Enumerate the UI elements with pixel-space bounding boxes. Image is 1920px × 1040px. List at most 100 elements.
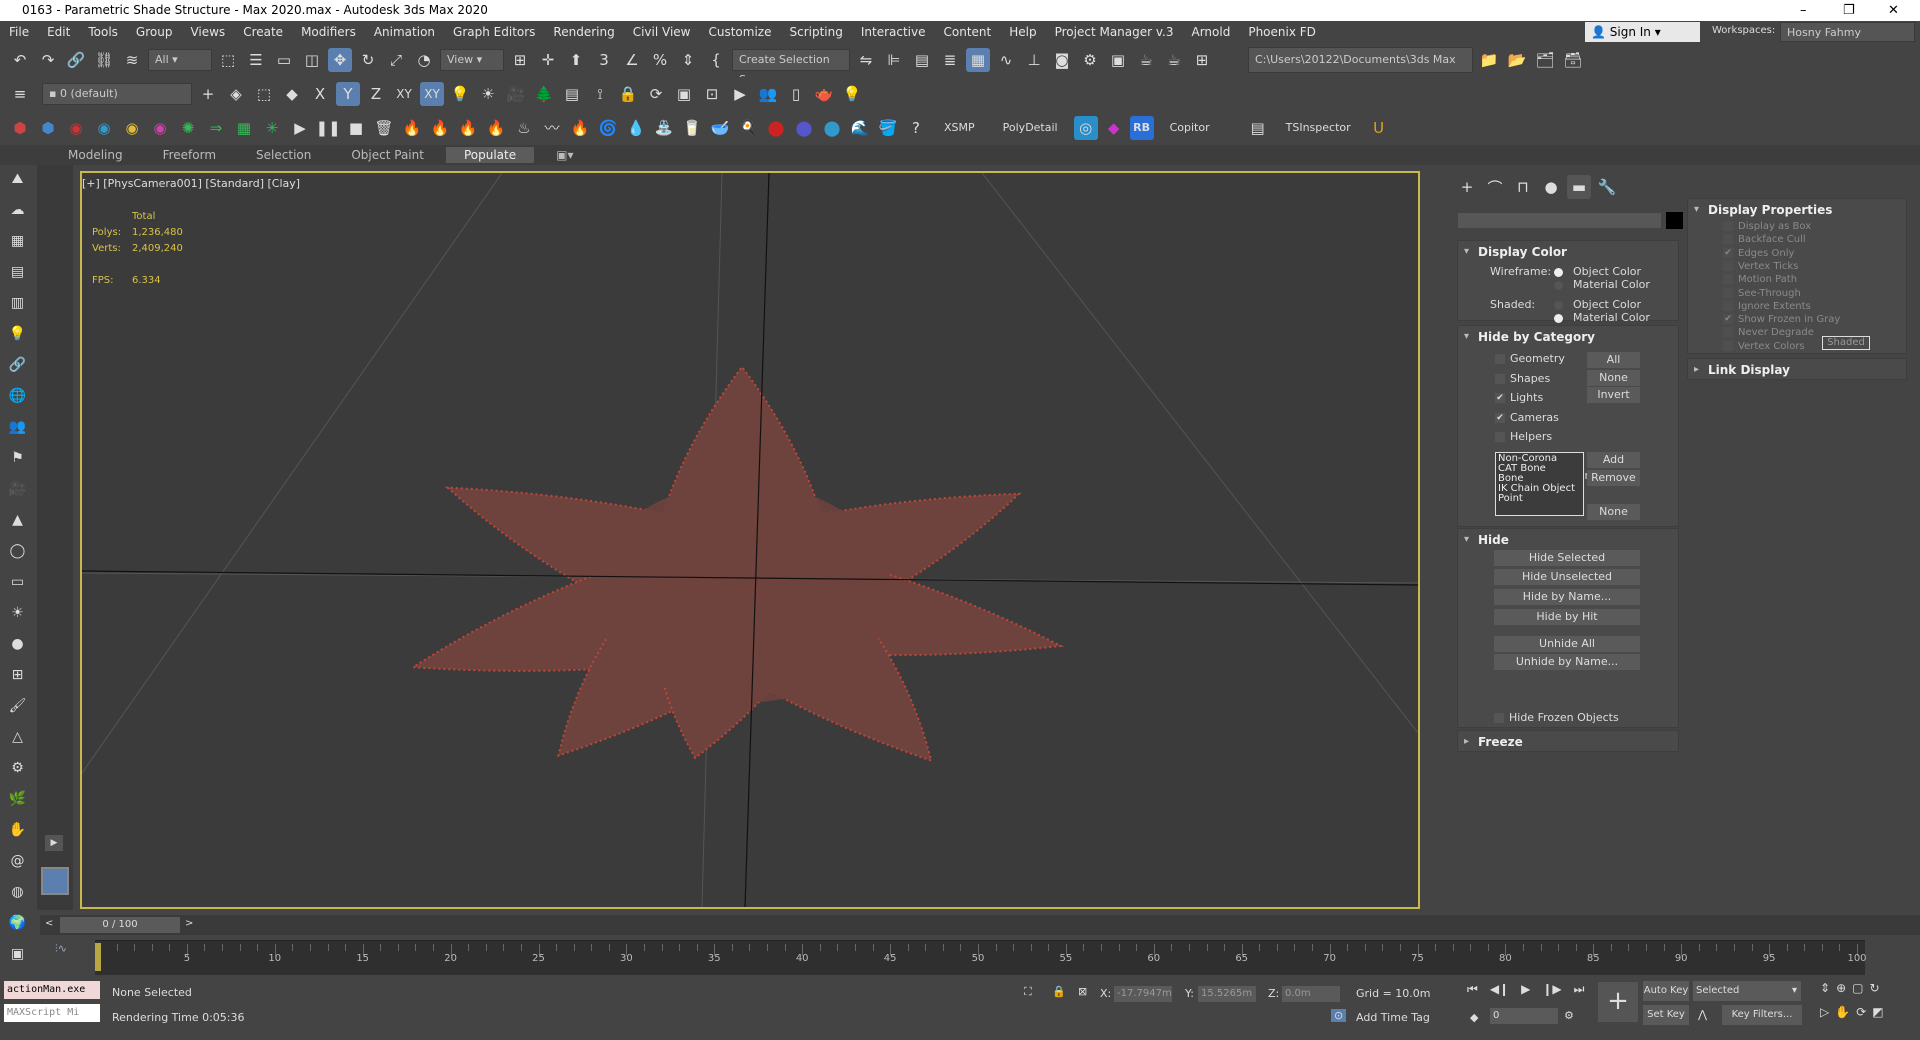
purple-ball-icon[interactable]: ⬤ <box>792 116 816 140</box>
absolute-mode-icon[interactable]: ⊠ <box>1078 985 1087 998</box>
y-coordinate-field[interactable]: 15.5265m <box>1198 986 1256 1002</box>
maximize-viewport-icon[interactable]: ◩ <box>1872 1005 1883 1019</box>
teapot-icon[interactable]: 🫖 <box>812 82 836 106</box>
tree-icon[interactable]: 🌲 <box>532 82 556 106</box>
category-geometry-checkbox[interactable]: Geometry <box>1495 352 1565 365</box>
motion-tab-icon[interactable]: ● <box>1539 175 1563 199</box>
render-iterative-icon[interactable]: ☕ <box>1162 48 1186 72</box>
axis-xy-cycle-button[interactable]: XY <box>420 81 444 106</box>
time-slider[interactable]: < 0 / 100 > <box>40 915 1920 935</box>
never-degrade-checkbox[interactable]: Never Degrade <box>1723 327 1814 338</box>
water-circle-icon[interactable]: ◉ <box>92 116 116 140</box>
bone-icon[interactable]: ⟟ <box>588 82 612 106</box>
left-tool-globe3-icon[interactable]: 🌍 <box>6 911 30 935</box>
category-filter-list[interactable]: Non-Corona CAT Bone Bone IK Chain Object Poi… <box>1495 452 1584 516</box>
edges-only-checkbox[interactable]: ✔ Edges Only <box>1723 247 1794 259</box>
light-icon[interactable]: 💡 <box>448 82 472 106</box>
maxscript-listener-output[interactable]: actionMan.exe <box>4 981 100 999</box>
hide-by-name-button[interactable]: Hide by Name... <box>1494 589 1640 605</box>
move-icon[interactable]: ✥ <box>328 48 352 72</box>
edit-named-selection-icon[interactable]: { <box>704 48 728 72</box>
ribbon-toggle-icon[interactable]: ▦ <box>966 48 990 72</box>
project-open-icon[interactable]: 📂 <box>1505 48 1529 72</box>
align-icon[interactable]: ⊫ <box>882 48 906 72</box>
sign-in-button[interactable]: 👤 Sign In ▾ <box>1585 22 1700 42</box>
container-icon[interactable]: ▯ <box>784 82 808 106</box>
viewport-icon[interactable]: ▣ <box>672 82 696 106</box>
reference-coordinate-dropdown[interactable]: View ▾ <box>440 49 504 71</box>
key-filters-button[interactable]: Key Filters... <box>1722 1005 1802 1025</box>
shaded-object-color-radio[interactable]: Object Color <box>1554 298 1641 311</box>
menu-modifiers[interactable]: Modifiers <box>292 25 365 39</box>
current-frame-spinner[interactable]: 0 <box>1490 1008 1558 1024</box>
display-properties-header[interactable]: Display Properties <box>1688 199 1906 221</box>
left-tool-scriptbox-icon[interactable]: ▣ <box>6 942 30 966</box>
left-tool-spiral-icon[interactable]: ◍ <box>6 880 30 904</box>
ignore-extents-checkbox[interactable]: Ignore Extents <box>1723 300 1811 312</box>
snap-toggle-icon[interactable]: 3 <box>592 48 616 72</box>
display-as-box-checkbox[interactable]: Display as Box <box>1723 221 1811 232</box>
time-next-button[interactable]: > <box>185 918 193 929</box>
menu-graph-editors[interactable]: Graph Editors <box>444 25 544 39</box>
viewport-layout-icon[interactable] <box>41 867 69 895</box>
set-key-button[interactable]: Set Key <box>1643 1005 1689 1025</box>
liquid-icon[interactable]: 💧 <box>624 116 648 140</box>
select-by-name-icon[interactable]: ☰ <box>244 48 268 72</box>
curve-editor-icon[interactable]: ∿ <box>994 48 1018 72</box>
plugin-gem-icon[interactable]: ◆ <box>1102 116 1126 140</box>
category-lights-checkbox[interactable]: ✔ Lights <box>1495 391 1543 404</box>
hide-unselected-button[interactable]: Hide Unselected <box>1494 569 1640 585</box>
list-add-button[interactable]: Add <box>1587 452 1640 468</box>
left-tool-paint-icon[interactable]: △ <box>6 725 30 749</box>
left-tool-link-icon[interactable]: 🌐 <box>6 384 30 408</box>
next-frame-icon[interactable]: ❙▶ <box>1542 982 1561 997</box>
polydetail-button[interactable]: PolyDetail <box>991 121 1070 134</box>
place-icon[interactable]: ◔ <box>412 48 436 72</box>
orbit-icon[interactable]: ↻ <box>1869 981 1879 995</box>
add-to-layer-icon[interactable]: + <box>196 82 220 106</box>
tab-freeform[interactable]: Freeform <box>145 147 234 163</box>
left-tool-camera-icon[interactable]: ▲ <box>6 508 30 532</box>
left-tool-torus-icon[interactable]: ▭ <box>6 570 30 594</box>
list-icon[interactable]: ▤ <box>560 82 584 106</box>
rendered-frame-window-icon[interactable]: ▣ <box>1106 48 1130 72</box>
list-remove-button[interactable]: Remove <box>1587 470 1640 486</box>
left-tool-hand-icon[interactable]: @ <box>6 849 30 873</box>
close-button[interactable]: ✕ <box>1888 0 1899 21</box>
layer-explorer-icon[interactable]: ≣ <box>938 48 962 72</box>
category-none-button[interactable]: None <box>1587 370 1640 386</box>
left-tool-bulb-icon[interactable]: 🔗 <box>6 353 30 377</box>
tab-populate[interactable]: Populate <box>445 147 535 163</box>
tab-selection[interactable]: Selection <box>238 147 329 163</box>
pivot-point-icon[interactable]: ⊞ <box>508 48 532 72</box>
select-in-layer-icon[interactable]: ⬚ <box>252 82 276 106</box>
key-tangent-icon[interactable]: ⋀ <box>1698 1008 1707 1021</box>
axis-y-button[interactable]: Y <box>336 81 360 106</box>
zoom-extents-icon[interactable]: ▢ <box>1852 981 1863 995</box>
menu-tools[interactable]: Tools <box>79 25 127 39</box>
object-color-swatch[interactable] <box>1666 212 1683 229</box>
fire-icon-4[interactable]: 🔥 <box>484 116 508 140</box>
wireframe-object-color-radio[interactable]: Object Color <box>1554 265 1641 278</box>
menu-edit[interactable]: Edit <box>38 25 79 39</box>
workspace-dropdown[interactable]: Hosny Fahmy <box>1780 22 1915 42</box>
zoom-all-icon[interactable]: ⊕ <box>1836 981 1846 995</box>
menu-scripting[interactable]: Scripting <box>780 25 851 39</box>
maxscript-mini-listener[interactable]: MAXScript Mi <box>4 1004 100 1022</box>
lock-icon[interactable]: 🔒 <box>616 82 640 106</box>
vertex-colors-checkbox[interactable]: Vertex Colors <box>1723 340 1805 352</box>
tab-object-paint[interactable]: Object Paint <box>333 147 442 163</box>
go-to-end-icon[interactable]: ⏭ <box>1574 982 1585 997</box>
set-current-layer-icon[interactable]: ◆ <box>280 82 304 106</box>
play-icon[interactable]: ▶ <box>288 116 312 140</box>
fire-icon-2[interactable]: 🔥 <box>428 116 452 140</box>
display-tab-icon[interactable]: ▬ <box>1567 175 1591 199</box>
scene-explorer-icon[interactable]: ▤ <box>910 48 934 72</box>
wind-icon[interactable]: 〰 <box>540 116 564 140</box>
add-time-tag-button[interactable]: Add Time Tag <box>1356 1011 1430 1024</box>
tab-modeling[interactable]: Modeling <box>50 147 141 163</box>
zoom-icon[interactable]: ⇕ <box>1820 981 1830 995</box>
hierarchy-tab-icon[interactable]: ⊓ <box>1511 175 1535 199</box>
menu-group[interactable]: Group <box>127 25 182 39</box>
left-tool-gear-icon[interactable]: 🌿 <box>6 787 30 811</box>
